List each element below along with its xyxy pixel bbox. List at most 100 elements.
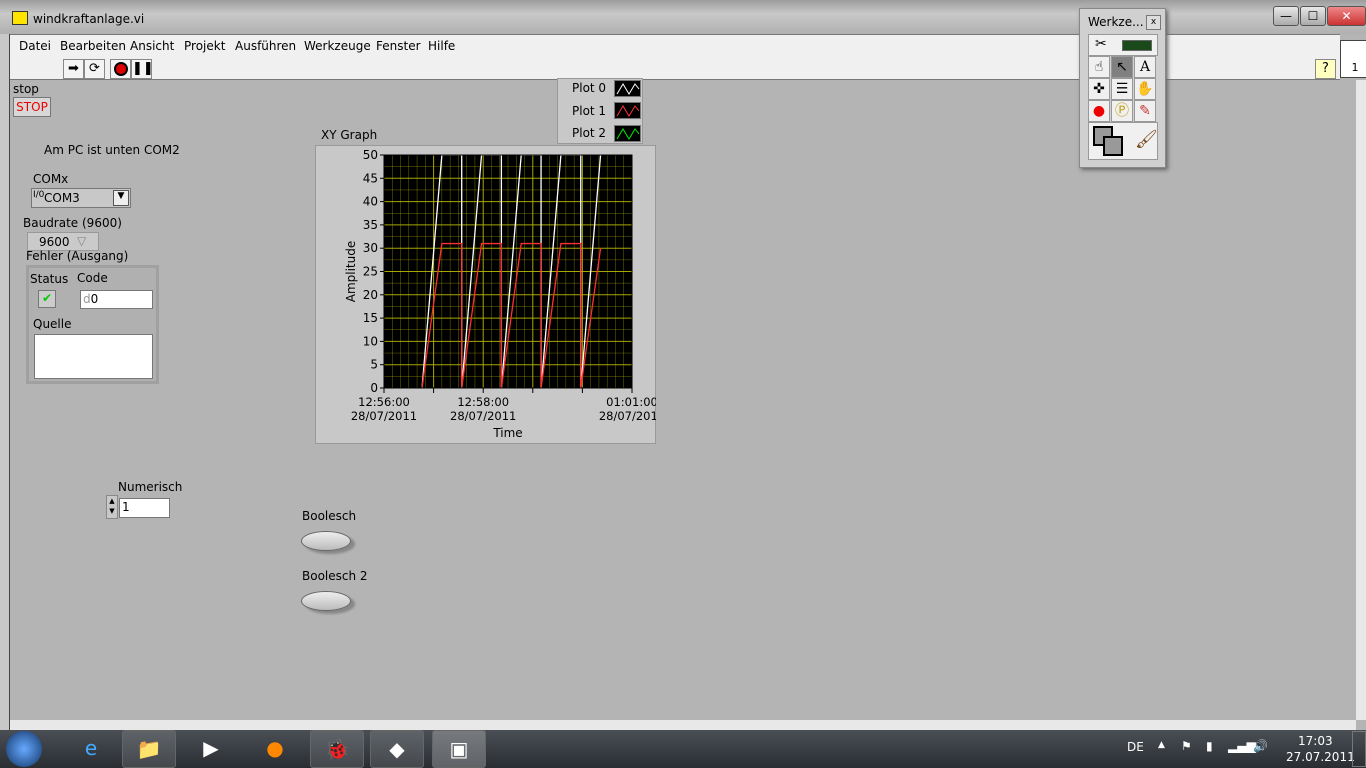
graph-title: XY Graph (321, 128, 378, 142)
language-indicator[interactable]: DE (1127, 740, 1144, 754)
comx-label: COMx (33, 172, 69, 186)
connector-pane[interactable]: 1 (1340, 40, 1366, 78)
abort-button[interactable] (110, 59, 131, 79)
source-label: Quelle (33, 317, 72, 331)
boolean-2-led[interactable] (301, 591, 351, 611)
stop-button[interactable]: STOP (13, 97, 51, 117)
wire-spool-icon: ✜ (1093, 81, 1105, 97)
position-tool[interactable]: ↖ (1111, 56, 1133, 78)
baud-label: Baudrate (9600) (23, 216, 122, 230)
run-button[interactable]: ➡ (63, 59, 84, 79)
probe-tool[interactable]: Ⓟ (1111, 100, 1133, 122)
network-signal-icon[interactable]: ▂▄▆ (1228, 739, 1256, 753)
y-tick-label: 45 (363, 171, 378, 185)
coloring-tool[interactable]: 🖌 (1088, 122, 1158, 160)
note-text: Am PC ist unten COM2 (44, 143, 180, 157)
stop-sign-icon: ● (1092, 103, 1106, 119)
show-desktop-button[interactable] (1352, 731, 1366, 767)
auto-tool-toggle[interactable]: ✂ (1088, 34, 1158, 56)
menu-datei[interactable]: Datei (19, 39, 51, 53)
x-tick-date-label: 28/07/2011 (450, 409, 516, 423)
y-axis-label: Amplitude (344, 241, 358, 303)
palette-close-button[interactable]: x (1146, 15, 1161, 30)
labview-icon[interactable]: ▣ (432, 730, 486, 768)
clock-time[interactable]: 17:03 (1298, 734, 1333, 748)
volume-icon[interactable]: 🔊 (1253, 739, 1268, 753)
comx-value: COM3 (44, 191, 80, 205)
probe-icon: Ⓟ (1115, 103, 1129, 119)
notes-icon[interactable]: ◆ (370, 730, 424, 768)
y-tick-label: 0 (370, 381, 378, 395)
show-hidden-icons[interactable]: ▲ (1158, 740, 1165, 750)
text-tool[interactable]: A (1134, 56, 1156, 78)
clock-date[interactable]: 27.07.2011 (1286, 750, 1355, 764)
minimize-button[interactable]: — (1273, 6, 1299, 26)
explorer-icon[interactable]: 📁 (122, 730, 176, 768)
comx-visa-selector[interactable]: I/0 COM3 ▼ (31, 188, 131, 208)
operate-tool[interactable]: ☝ (1088, 56, 1110, 78)
y-tick-label: 10 (363, 334, 378, 348)
color-copy-tool[interactable]: ✎ (1134, 100, 1156, 122)
x-tick-label: 12:58:00 (457, 395, 509, 409)
menu-hilfe[interactable]: Hilfe (428, 39, 455, 53)
code-field[interactable]: d0 (80, 290, 153, 309)
scroll-tool[interactable]: ✋ (1134, 78, 1156, 100)
action-center-flag-icon[interactable]: ⚑ (1181, 739, 1192, 753)
boolean-led[interactable] (301, 531, 351, 551)
run-continuously-button[interactable]: ⟳ (84, 59, 105, 79)
x-axis-label: Time (492, 426, 522, 440)
y-tick-label: 40 (363, 195, 378, 209)
legend-swatch-1[interactable] (614, 102, 641, 119)
wiring-tool[interactable]: ✜ (1088, 78, 1110, 100)
maximize-button[interactable]: ☐ (1300, 6, 1326, 26)
palette-title: Werkze... (1088, 15, 1144, 29)
pause-icon: ❚❚ (132, 61, 154, 76)
source-field[interactable] (34, 334, 153, 379)
x-tick-date-label: 28/07/2011 (599, 409, 656, 423)
x-tick-date-label: 28/07/2011 (351, 409, 417, 423)
numeric-label: Numerisch (118, 480, 183, 494)
horizontal-scrollbar[interactable] (10, 720, 1356, 730)
help-button[interactable]: ? (1315, 59, 1336, 79)
xy-graph-plot[interactable]: 0510152025303540455012:56:0028/07/201112… (315, 145, 656, 444)
menu-ansicht[interactable]: Ansicht (130, 39, 174, 53)
breakpoint-tool[interactable]: ● (1088, 100, 1110, 122)
labview-vi-icon (12, 11, 28, 25)
status-label: Status (30, 272, 69, 286)
numeric-field[interactable]: 1 (119, 498, 170, 518)
paintbrush-icon: 🖌 (1135, 129, 1158, 150)
pause-button[interactable]: ❚❚ (131, 59, 154, 79)
vertical-scrollbar[interactable] (1356, 80, 1366, 720)
legend-swatch-2[interactable] (614, 125, 641, 142)
help-icon: ? (1322, 61, 1329, 76)
numeric-increment-decrement[interactable]: ▲ ▼ (106, 495, 118, 519)
start-orb-icon[interactable] (6, 731, 42, 767)
dropdown-arrow-icon[interactable]: ▼ (113, 190, 129, 206)
firefox-icon[interactable]: ● (248, 730, 302, 768)
bug-app-icon[interactable]: 🐞 (310, 730, 364, 768)
menu-cursor-icon: ☰ (1115, 81, 1129, 97)
power-icon[interactable]: ▮ (1206, 739, 1213, 753)
error-cluster-label: Fehler (Ausgang) (26, 249, 129, 263)
plot-legend[interactable]: Plot 0 Plot 1 Plot 2 (557, 78, 643, 144)
menu-projekt[interactable]: Projekt (184, 39, 225, 53)
abort-icon (113, 62, 128, 76)
status-check-icon: ✔ (38, 290, 56, 308)
legend-plot-0: Plot 0 (572, 81, 607, 95)
media-player-icon[interactable]: ▶ (184, 730, 238, 768)
tools-palette: Werkze... x ✂ ☝ ↖ A ✜ ☰ ✋ ● Ⓟ ✎ 🖌 (1079, 8, 1166, 168)
menu-fenster[interactable]: Fenster (376, 39, 421, 53)
menu-werkzeuge[interactable]: Werkzeuge (304, 39, 371, 53)
eyedropper-icon: ✎ (1139, 103, 1151, 119)
y-tick-label: 25 (363, 265, 378, 279)
internet-explorer-icon[interactable]: e (64, 730, 118, 768)
visa-prefix: I/0 (33, 190, 45, 200)
pointing-hand-icon: ☝ (1094, 59, 1104, 75)
shortcut-menu-tool[interactable]: ☰ (1111, 78, 1133, 100)
menu-ausfuehren[interactable]: Ausführen (235, 39, 296, 53)
close-button[interactable]: ✕ (1327, 6, 1366, 26)
legend-swatch-0[interactable] (614, 80, 641, 97)
window-border (0, 34, 10, 730)
taskbar: e 📁 ▶ ● 🐞 ◆ ▣ DE ▲ ⚑ ▮ ▂▄▆ 🔊 17:03 27.07… (0, 730, 1366, 768)
menu-bearbeiten[interactable]: Bearbeiten (60, 39, 126, 53)
